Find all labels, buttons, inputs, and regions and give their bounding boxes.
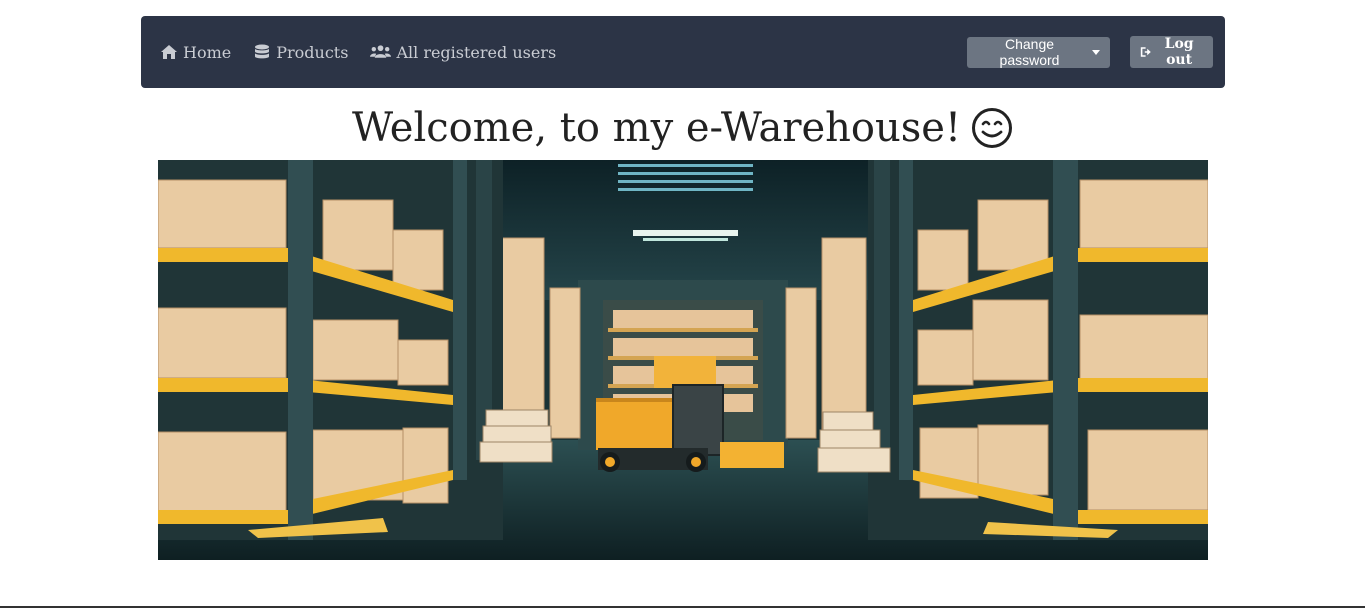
- nav-products-label: Products: [276, 42, 349, 62]
- warehouse-illustration: [158, 160, 1208, 560]
- smiling-face-icon: [972, 108, 1013, 148]
- nav-users-link[interactable]: All registered users: [370, 43, 556, 62]
- caret-down-icon: [1092, 49, 1100, 55]
- nav-users-label: All registered users: [396, 42, 557, 62]
- nav-links: Home Products All registered users: [160, 43, 556, 62]
- nav-home-link[interactable]: Home: [160, 43, 231, 62]
- users-icon: [370, 45, 392, 58]
- logout-icon: [1140, 47, 1151, 57]
- logout-button[interactable]: Log out: [1130, 36, 1213, 68]
- page-title: Welcome, to my e-Warehouse!: [0, 100, 1365, 156]
- navbar: Home Products All registered users Chang…: [141, 16, 1225, 88]
- nav-products-link[interactable]: Products: [253, 43, 348, 62]
- welcome-text: Welcome, to my e-Warehouse!: [351, 105, 962, 151]
- logout-label: Log out: [1164, 36, 1194, 68]
- change-password-label: Change password: [999, 36, 1060, 68]
- warehouse-hero-image: [158, 160, 1208, 560]
- home-icon: [161, 45, 177, 59]
- database-icon: [255, 44, 270, 59]
- change-password-dropdown[interactable]: Change password: [967, 36, 1110, 68]
- nav-actions: Change password Log out: [967, 36, 1213, 68]
- nav-home-label: Home: [183, 42, 232, 62]
